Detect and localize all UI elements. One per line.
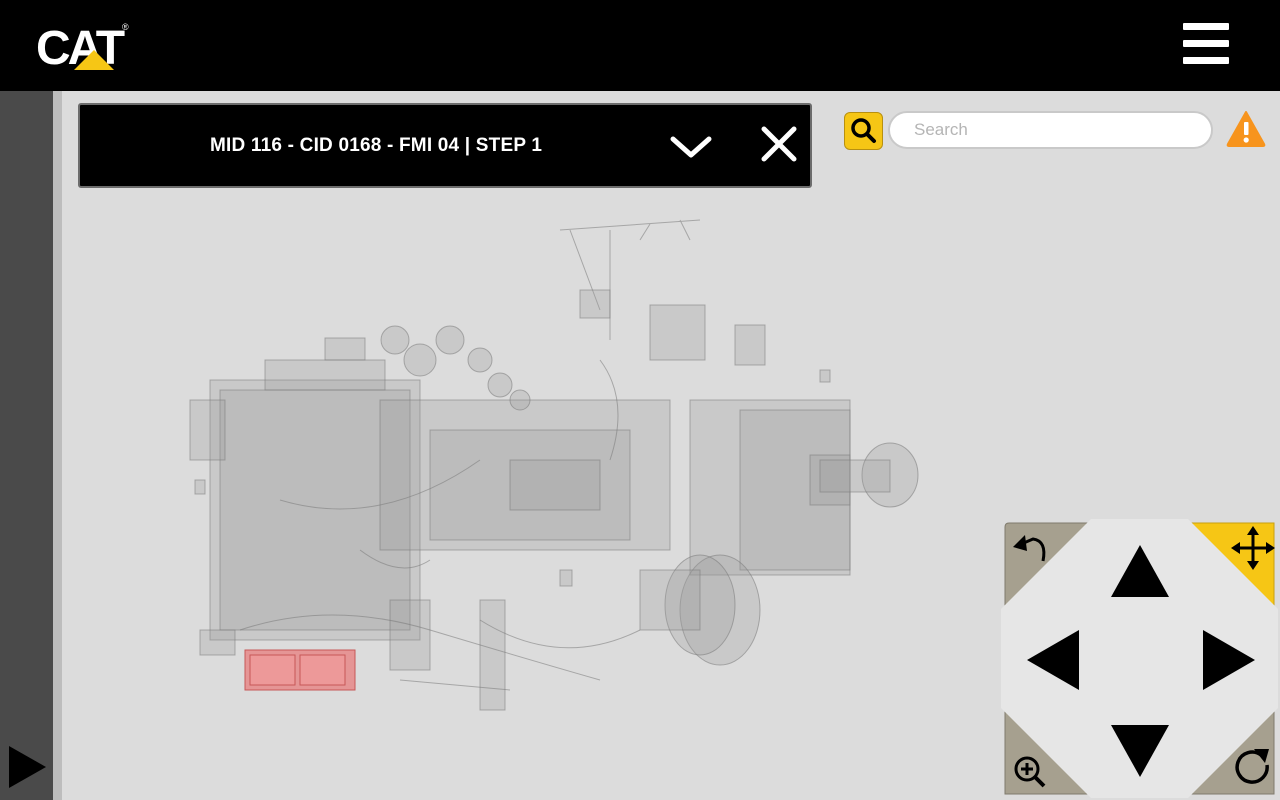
model-part: [479, 599, 506, 711]
model-part: [264, 359, 386, 391]
model-part: [403, 343, 437, 377]
model-part: [435, 325, 465, 355]
model-part: [509, 389, 531, 411]
navigation-pad: [1001, 519, 1278, 798]
model-part: [649, 304, 706, 361]
model-part: [509, 459, 601, 511]
red-highlighted-battery[interactable]: [244, 649, 356, 691]
model-part: [199, 629, 236, 656]
search-input[interactable]: [888, 111, 1213, 149]
model-part: [324, 337, 366, 361]
chevron-down-icon: [670, 136, 712, 158]
magnifier-icon: [851, 118, 876, 143]
top-bar: CAT ®: [0, 0, 1280, 91]
collapse-button[interactable]: [668, 129, 714, 165]
alert-button[interactable]: [1225, 109, 1267, 149]
sidebar-edge: [53, 91, 62, 800]
step-title: MID 116 - CID 0168 - FMI 04 | STEP 1: [210, 135, 543, 156]
model-part: [559, 569, 573, 587]
model-part: [487, 372, 513, 398]
model-part: [734, 324, 766, 366]
registered-mark: ®: [122, 22, 129, 32]
hamburger-menu-icon[interactable]: [1180, 20, 1232, 68]
model-part: [194, 479, 206, 495]
model-part: [380, 325, 410, 355]
sidebar-expand-button[interactable]: [6, 744, 48, 790]
close-button[interactable]: [758, 123, 800, 165]
model-part: [579, 289, 611, 319]
machine-3d-model[interactable]: [180, 200, 940, 740]
close-icon: [761, 126, 797, 162]
model-part: [639, 569, 701, 631]
model-part: [389, 599, 431, 671]
play-triangle-icon: [9, 746, 46, 788]
model-part: [819, 369, 831, 383]
model-part: [467, 347, 493, 373]
cat-logo: CAT ®: [36, 20, 136, 75]
cat-logo-mark: CAT: [36, 22, 128, 75]
warning-triangle-icon: [1226, 111, 1266, 147]
step-header-panel: MID 116 - CID 0168 - FMI 04 | STEP 1: [78, 103, 812, 188]
search-button[interactable]: [844, 112, 883, 150]
model-part: [819, 459, 891, 493]
left-sidebar: [0, 91, 53, 800]
model-part: [189, 399, 226, 461]
